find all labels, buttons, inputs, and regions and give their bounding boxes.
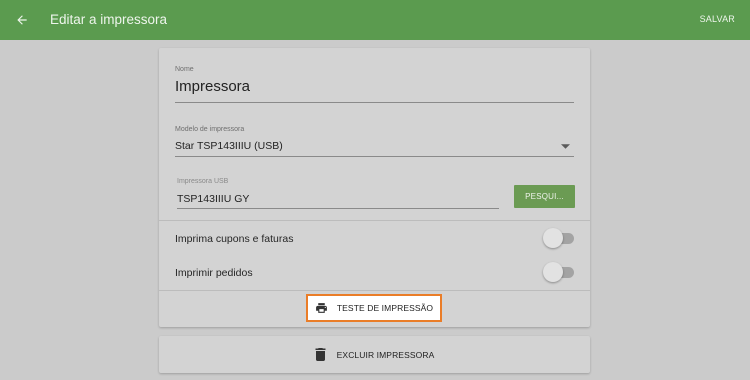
delete-printer-card: EXCLUIR IMPRESSORA xyxy=(159,336,590,373)
usb-printer-field[interactable]: TSP143IIIU GY xyxy=(177,193,249,205)
name-field-label: Nome xyxy=(175,66,194,73)
toggle-label-coupons: Imprima cupons e faturas xyxy=(175,233,294,245)
toggle-thumb xyxy=(543,228,563,248)
divider xyxy=(159,290,590,291)
usb-field-label: Impressora USB xyxy=(177,178,229,185)
arrow-left-icon xyxy=(17,15,27,25)
model-field-label: Modelo de impressora xyxy=(175,126,245,133)
trash-icon xyxy=(315,348,327,361)
divider xyxy=(159,220,590,221)
name-field-underline xyxy=(175,102,574,103)
app-bar: Editar a impressora SALVAR xyxy=(0,0,750,40)
toggle-print-orders[interactable] xyxy=(543,262,576,282)
page-title: Editar a impressora xyxy=(50,12,168,27)
model-field-underline xyxy=(175,156,574,157)
save-button[interactable]: SALVAR xyxy=(700,14,735,24)
model-select[interactable]: Star TSP143IIIU (USB) xyxy=(175,140,283,152)
toggle-thumb xyxy=(543,262,563,282)
printer-icon xyxy=(315,302,329,314)
toggle-print-coupons[interactable] xyxy=(543,228,576,248)
toggle-label-orders: Imprimir pedidos xyxy=(175,267,253,279)
name-field[interactable]: Impressora xyxy=(175,78,250,95)
test-print-button[interactable]: TESTE DE IMPRESSÃO xyxy=(306,294,442,322)
test-print-label: TESTE DE IMPRESSÃO xyxy=(336,303,434,313)
dropdown-arrow-icon[interactable] xyxy=(561,144,570,149)
printer-settings-card: Nome Impressora Modelo de impressora Sta… xyxy=(159,48,590,327)
usb-field-underline xyxy=(177,208,499,209)
back-button[interactable] xyxy=(10,8,34,32)
delete-printer-label: EXCLUIR IMPRESSORA xyxy=(336,349,435,360)
delete-printer-button[interactable]: EXCLUIR IMPRESSORA xyxy=(159,336,590,373)
search-printer-button[interactable]: PESQUI... xyxy=(514,185,575,208)
